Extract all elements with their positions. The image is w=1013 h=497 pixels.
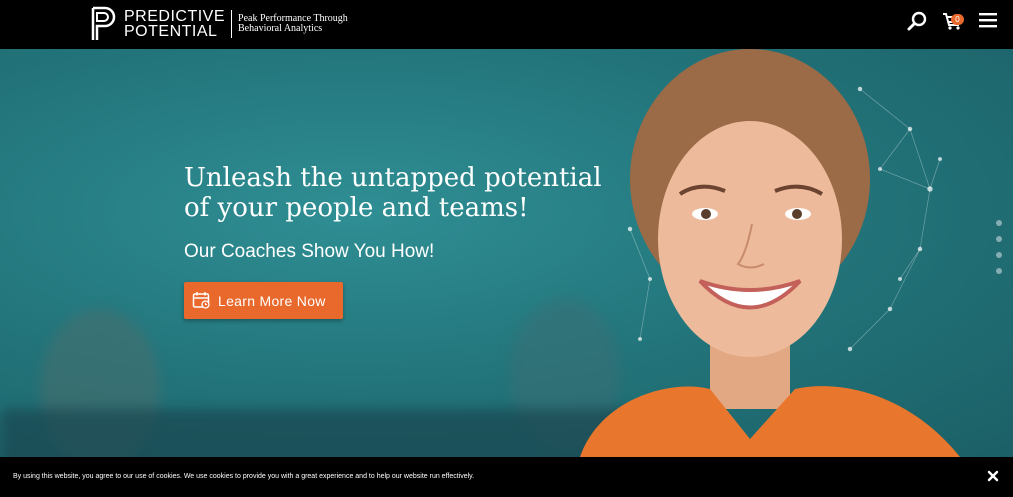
tagline-line-2: Behavioral Analytics: [238, 23, 323, 34]
learn-more-button[interactable]: Learn More Now: [184, 282, 343, 319]
cookie-banner: By using this website, you agree to our …: [0, 457, 1013, 497]
cart-count-badge: 0: [951, 14, 964, 25]
logo-line-1: PREDICTIVE: [124, 8, 226, 25]
site-header: PREDICTIVE POTENTIAL Peak Performance Th…: [0, 0, 1013, 49]
logo-mark-icon: [91, 6, 116, 40]
slider-dot-1[interactable]: [996, 220, 1002, 226]
slider-dot-4[interactable]: [996, 268, 1002, 274]
slider-pagination: [996, 220, 1002, 284]
tagline: Peak Performance Through Behavioral Anal…: [238, 14, 348, 34]
close-icon: [987, 470, 999, 482]
logo-text: PREDICTIVE POTENTIAL: [124, 8, 226, 40]
hero-title: Unleash the untapped potential of your p…: [184, 163, 602, 223]
menu-button[interactable]: [977, 9, 1001, 33]
hero-woman-illustration: [580, 49, 960, 457]
slider-dot-2[interactable]: [996, 236, 1002, 242]
logo[interactable]: PREDICTIVE POTENTIAL Peak Performance Th…: [90, 6, 348, 42]
cookie-close-button[interactable]: [986, 469, 1000, 483]
logo-line-2: POTENTIAL: [124, 23, 218, 40]
hero-banner: Unleash the untapped potential of your p…: [0, 49, 1013, 457]
header-actions: 0: [893, 9, 1001, 33]
learn-more-label: Learn More Now: [218, 292, 326, 309]
menu-icon: [979, 13, 997, 28]
hero-subtitle: Our Coaches Show You How!: [184, 241, 435, 262]
background-desk: [0, 409, 640, 457]
slider-dot-3[interactable]: [996, 252, 1002, 258]
search-icon: [907, 11, 927, 31]
logo-divider: [231, 10, 233, 38]
search-button[interactable]: [905, 9, 929, 33]
cart-button[interactable]: 0: [941, 9, 965, 33]
cookie-notice-text: By using this website, you agree to our …: [13, 473, 475, 480]
calendar-icon: [192, 292, 210, 309]
